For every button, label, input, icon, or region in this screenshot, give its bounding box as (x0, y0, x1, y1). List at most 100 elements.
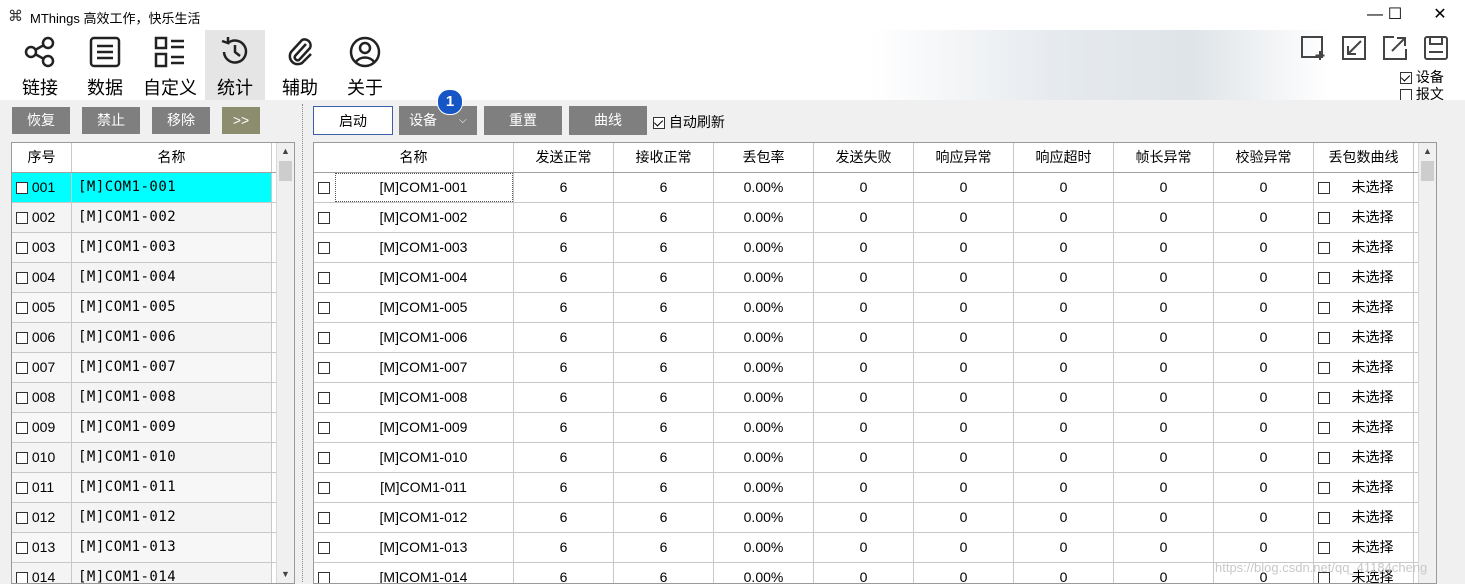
index-cell[interactable]: 002 (12, 203, 72, 232)
name-cell[interactable]: [M]COM1-007 (314, 353, 514, 382)
name-cell[interactable]: [M]COM1-010 (72, 443, 272, 472)
index-cell[interactable]: 001 (12, 173, 72, 202)
name-cell[interactable]: [M]COM1-012 (314, 503, 514, 532)
curve-cell[interactable]: 未选择 (1314, 203, 1414, 232)
name-cell[interactable]: [M]COM1-011 (72, 473, 272, 502)
name-cell[interactable]: [M]COM1-004 (72, 263, 272, 292)
curve-checkbox[interactable] (1318, 182, 1330, 194)
new-window-icon[interactable] (1300, 35, 1326, 61)
auto-refresh-checkbox[interactable]: 自动刷新 (653, 112, 725, 132)
row-checkbox[interactable] (318, 512, 330, 524)
curve-cell[interactable]: 未选择 (1314, 233, 1414, 262)
name-cell[interactable]: [M]COM1-012 (72, 503, 272, 532)
name-cell[interactable]: [M]COM1-003 (314, 233, 514, 262)
scroll-down-arrow-icon[interactable]: ▼ (277, 566, 294, 583)
name-cell[interactable]: [M]COM1-001 (72, 173, 272, 202)
column-header[interactable]: 响应异常 (914, 143, 1014, 172)
table-row[interactable]: 005 [M]COM1-005 (12, 293, 277, 323)
index-cell[interactable]: 012 (12, 503, 72, 532)
row-checkbox[interactable] (318, 542, 330, 554)
table-row[interactable]: 008 [M]COM1-008 (12, 383, 277, 413)
scroll-thumb[interactable] (279, 161, 292, 181)
name-cell[interactable]: [M]COM1-002 (72, 203, 272, 232)
toolbar-assist-button[interactable]: 辅助 (270, 30, 330, 100)
table-row[interactable]: 011 [M]COM1-011 (12, 473, 277, 503)
row-checkbox[interactable] (16, 422, 28, 435)
index-cell[interactable]: 006 (12, 323, 72, 352)
row-checkbox[interactable] (318, 212, 330, 224)
curve-checkbox[interactable] (1318, 242, 1330, 254)
import-icon[interactable] (1341, 35, 1367, 61)
table-row[interactable]: [M]COM1-005 6 6 0.00% 0 0 0 0 0 未选择 (314, 293, 1418, 323)
curve-cell[interactable]: 未选择 (1314, 293, 1414, 322)
scroll-thumb[interactable] (1421, 161, 1434, 181)
name-cell[interactable]: [M]COM1-014 (314, 563, 514, 583)
reset-button[interactable]: 重置 (484, 106, 562, 135)
curve-cell[interactable]: 未选择 (1314, 473, 1414, 502)
panel-splitter[interactable] (302, 104, 305, 582)
message-checkbox[interactable]: 报文 (1400, 84, 1444, 100)
table-row[interactable]: [M]COM1-012 6 6 0.00% 0 0 0 0 0 未选择 (314, 503, 1418, 533)
index-cell[interactable]: 007 (12, 353, 72, 382)
curve-cell[interactable]: 未选择 (1314, 503, 1414, 532)
table-row[interactable]: 006 [M]COM1-006 (12, 323, 277, 353)
table-row[interactable]: [M]COM1-011 6 6 0.00% 0 0 0 0 0 未选择 (314, 473, 1418, 503)
row-checkbox[interactable] (16, 272, 28, 285)
name-cell[interactable]: [M]COM1-006 (314, 323, 514, 352)
column-header[interactable]: 发送正常 (514, 143, 614, 172)
curve-checkbox[interactable] (1318, 422, 1330, 434)
curve-cell[interactable]: 未选择 (1314, 413, 1414, 442)
toolbar-data-button[interactable]: 数据 (75, 30, 135, 100)
device-list-scrollbar[interactable]: ▲ ▼ (276, 143, 294, 583)
row-checkbox[interactable] (318, 332, 330, 344)
curve-checkbox[interactable] (1318, 542, 1330, 554)
table-row[interactable]: [M]COM1-006 6 6 0.00% 0 0 0 0 0 未选择 (314, 323, 1418, 353)
table-row[interactable]: 003 [M]COM1-003 (12, 233, 277, 263)
toolbar-link-button[interactable]: 链接 (10, 30, 70, 100)
table-row[interactable]: [M]COM1-013 6 6 0.00% 0 0 0 0 0 未选择 (314, 533, 1418, 563)
row-checkbox[interactable] (318, 482, 330, 494)
index-cell[interactable]: 013 (12, 533, 72, 562)
name-cell[interactable]: [M]COM1-007 (72, 353, 272, 382)
row-checkbox[interactable] (318, 572, 330, 583)
index-cell[interactable]: 011 (12, 473, 72, 502)
device-dropdown[interactable]: 设备 ⌵ (399, 106, 477, 135)
row-checkbox[interactable] (16, 332, 28, 345)
column-header[interactable]: 名称 (314, 143, 514, 172)
index-cell[interactable]: 010 (12, 443, 72, 472)
table-row[interactable]: [M]COM1-004 6 6 0.00% 0 0 0 0 0 未选择 (314, 263, 1418, 293)
name-cell[interactable]: [M]COM1-006 (72, 323, 272, 352)
row-checkbox[interactable] (318, 452, 330, 464)
name-cell[interactable]: [M]COM1-001 (314, 173, 514, 202)
table-row[interactable]: 002 [M]COM1-002 (12, 203, 277, 233)
row-checkbox[interactable] (16, 212, 28, 225)
name-cell[interactable]: [M]COM1-008 (72, 383, 272, 412)
row-checkbox[interactable] (318, 272, 330, 284)
row-checkbox[interactable] (318, 182, 330, 194)
curve-cell[interactable]: 未选择 (1314, 383, 1414, 412)
column-header[interactable]: 丢包率 (714, 143, 814, 172)
row-checkbox[interactable] (318, 242, 330, 254)
toolbar-about-button[interactable]: 关于 (335, 30, 395, 100)
curve-checkbox[interactable] (1318, 212, 1330, 224)
name-cell[interactable]: [M]COM1-013 (72, 533, 272, 562)
toolbar-stats-button[interactable]: 统计 (205, 30, 265, 100)
table-row[interactable]: 013 [M]COM1-013 (12, 533, 277, 563)
device-checkbox-box[interactable] (1400, 72, 1412, 85)
export-icon[interactable] (1382, 35, 1408, 61)
statistics-scrollbar[interactable]: ▲ (1418, 143, 1436, 583)
name-cell[interactable]: [M]COM1-005 (314, 293, 514, 322)
row-checkbox[interactable] (318, 362, 330, 374)
column-header[interactable]: 丢包数曲线 (1314, 143, 1414, 172)
curve-checkbox[interactable] (1318, 332, 1330, 344)
curve-cell[interactable]: 未选择 (1314, 533, 1414, 562)
table-row[interactable]: 014 [M]COM1-014 (12, 563, 277, 583)
index-cell[interactable]: 014 (12, 563, 72, 583)
table-row[interactable]: [M]COM1-007 6 6 0.00% 0 0 0 0 0 未选择 (314, 353, 1418, 383)
index-cell[interactable]: 003 (12, 233, 72, 262)
curve-button[interactable]: 曲线 (569, 106, 647, 135)
expand-button[interactable]: >> (222, 107, 260, 134)
name-cell[interactable]: [M]COM1-013 (314, 533, 514, 562)
table-row[interactable]: [M]COM1-002 6 6 0.00% 0 0 0 0 0 未选择 (314, 203, 1418, 233)
table-row[interactable]: [M]COM1-001 6 6 0.00% 0 0 0 0 0 未选择 (314, 173, 1418, 203)
